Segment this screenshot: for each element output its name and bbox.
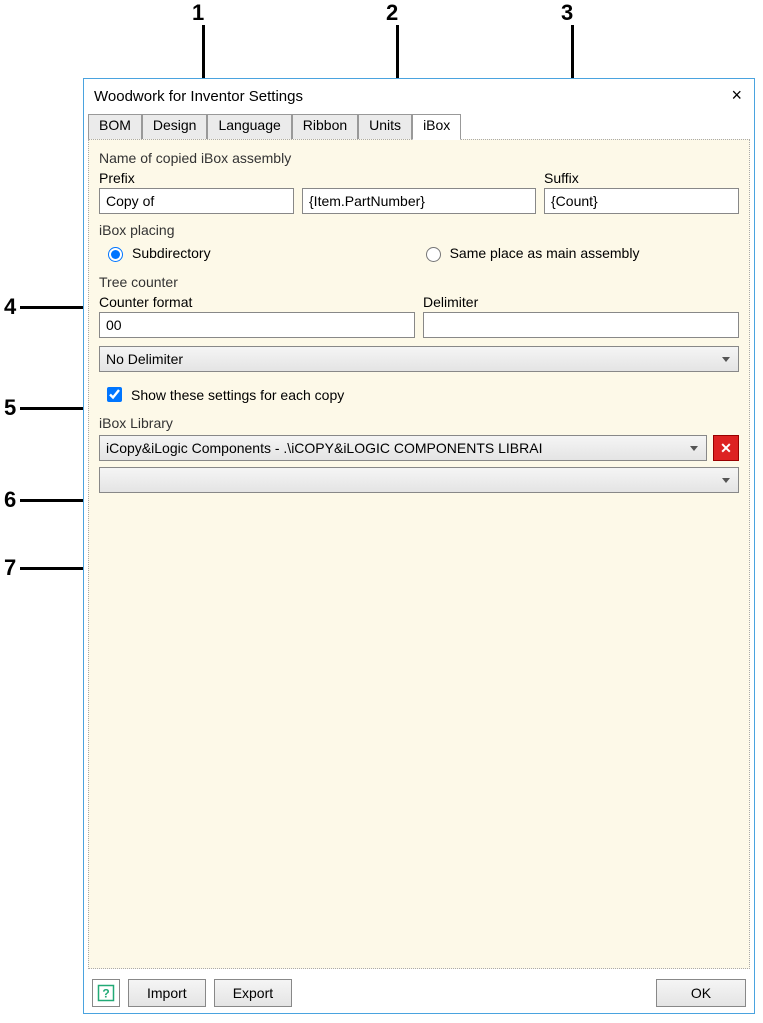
tab-units[interactable]: Units [358, 114, 412, 140]
delimiter-label: Delimiter [423, 294, 739, 310]
no-delimiter-select[interactable]: No Delimiter [99, 346, 739, 372]
window-title: Woodwork for Inventor Settings [94, 88, 303, 105]
group-library: iBox Library [99, 415, 739, 431]
radio-subdirectory[interactable] [108, 247, 123, 262]
mid-spacer [302, 170, 536, 186]
tab-language[interactable]: Language [207, 114, 291, 140]
close-x-icon: ✕ [720, 440, 732, 457]
settings-window: Woodwork for Inventor Settings × BOM Des… [83, 78, 755, 1014]
callout-3: 3 [561, 0, 573, 26]
group-name-copied: Name of copied iBox assembly [99, 150, 739, 166]
titlebar: Woodwork for Inventor Settings × [84, 79, 754, 113]
counter-format-label: Counter format [99, 294, 415, 310]
counter-format-input[interactable] [99, 312, 415, 338]
prefix-label: Prefix [99, 170, 294, 186]
show-settings-label: Show these settings for each copy [131, 387, 344, 403]
partnumber-input[interactable] [302, 188, 536, 214]
footer: ? Import Export OK [84, 973, 754, 1013]
callout-7: 7 [4, 555, 16, 581]
callout-5: 5 [4, 395, 16, 421]
no-delimiter-select-value: No Delimiter [106, 351, 183, 367]
library-select-2[interactable] [99, 467, 739, 493]
callout-2: 2 [386, 0, 398, 26]
import-button[interactable]: Import [128, 979, 206, 1007]
help-icon: ? [97, 984, 115, 1002]
radio-subdirectory-wrap[interactable]: Subdirectory [103, 244, 211, 262]
delimiter-input[interactable] [423, 312, 739, 338]
tab-ribbon[interactable]: Ribbon [292, 114, 358, 140]
tab-ibox[interactable]: iBox [412, 114, 461, 140]
radio-sameplace-wrap[interactable]: Same place as main assembly [421, 244, 640, 262]
radio-subdirectory-label: Subdirectory [132, 245, 211, 261]
radio-sameplace[interactable] [426, 247, 441, 262]
tab-design[interactable]: Design [142, 114, 208, 140]
help-button[interactable]: ? [92, 979, 120, 1007]
svg-text:?: ? [102, 987, 109, 1001]
library-select-1-value: iCopy&iLogic Components - .\iCOPY&iLOGIC… [106, 440, 542, 456]
callout-1: 1 [192, 0, 204, 26]
show-settings-checkbox[interactable] [107, 387, 122, 402]
close-icon[interactable]: × [731, 85, 742, 106]
group-placing: iBox placing [99, 222, 739, 238]
callout-6: 6 [4, 487, 16, 513]
tab-content: Name of copied iBox assembly Prefix Suff… [88, 139, 750, 969]
prefix-input[interactable] [99, 188, 294, 214]
tab-bom[interactable]: BOM [88, 114, 142, 140]
group-tree-counter: Tree counter [99, 274, 739, 290]
suffix-label: Suffix [544, 170, 739, 186]
radio-sameplace-label: Same place as main assembly [450, 245, 640, 261]
library-delete-button[interactable]: ✕ [713, 435, 739, 461]
ok-button[interactable]: OK [656, 979, 746, 1007]
export-button[interactable]: Export [214, 979, 292, 1007]
tab-strip: BOM Design Language Ribbon Units iBox [84, 113, 754, 139]
library-select-1[interactable]: iCopy&iLogic Components - .\iCOPY&iLOGIC… [99, 435, 707, 461]
suffix-input[interactable] [544, 188, 739, 214]
callout-4: 4 [4, 294, 16, 320]
